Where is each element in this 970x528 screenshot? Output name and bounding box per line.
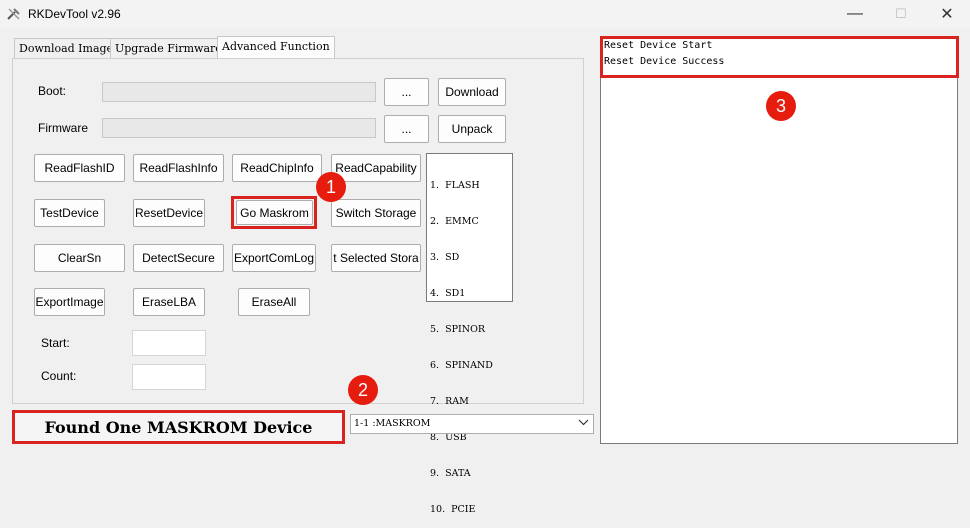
detect-secure-button[interactable]: DetectSecure <box>133 244 224 272</box>
title-bar <box>0 0 970 28</box>
count-input[interactable] <box>132 364 206 390</box>
switch-storage-button[interactable]: Switch Storage <box>331 199 421 227</box>
close-button[interactable]: ✕ <box>924 0 970 28</box>
erase-all-button[interactable]: EraseAll <box>238 288 310 316</box>
read-capability-button[interactable]: ReadCapability <box>331 154 421 182</box>
list-item[interactable]: 5. SPINOR <box>430 324 512 336</box>
list-item[interactable]: 3. SD <box>430 252 512 264</box>
clear-sn-button[interactable]: ClearSn <box>34 244 125 272</box>
firmware-path-field[interactable] <box>102 118 376 138</box>
start-input[interactable] <box>132 330 206 356</box>
reset-device-button[interactable]: ResetDevice <box>133 199 205 227</box>
list-item[interactable]: 6. SPINAND <box>430 360 512 372</box>
erase-lba-button[interactable]: EraseLBA <box>133 288 205 316</box>
list-item[interactable]: 2. EMMC <box>430 216 512 228</box>
maximize-button[interactable]: ☐ <box>878 0 924 28</box>
list-item[interactable]: 10. PCIE <box>430 504 512 516</box>
status-message: Found One MASKROM Device <box>12 410 345 444</box>
download-button[interactable]: Download <box>438 78 506 106</box>
storage-type-list[interactable]: 1. FLASH 2. EMMC 3. SD 4. SD1 5. SPINOR … <box>426 153 513 515</box>
tab-upgrade-firmware[interactable]: Upgrade Firmware <box>110 38 227 58</box>
firmware-label: Firmware <box>38 121 88 135</box>
read-flash-info-button[interactable]: ReadFlashInfo <box>133 154 224 182</box>
log-highlight-box <box>600 36 959 78</box>
firmware-browse-button[interactable]: ... <box>384 115 429 143</box>
annotation-marker-2: 2 <box>348 375 378 405</box>
read-flash-id-button[interactable]: ReadFlashID <box>34 154 125 182</box>
go-maskrom-highlight-box <box>231 196 317 229</box>
tab-download-image[interactable]: Download Image <box>14 38 119 58</box>
device-select[interactable]: 1-1 :MASKROM <box>350 414 594 434</box>
chevron-down-icon[interactable] <box>578 417 589 430</box>
tab-advanced-function[interactable]: Advanced Function <box>217 36 335 59</box>
annotation-marker-1: 1 <box>316 172 346 202</box>
list-item[interactable]: 1. FLASH <box>430 180 512 192</box>
unpack-button[interactable]: Unpack <box>438 115 506 143</box>
rkdevtool-app-icon <box>6 6 22 22</box>
minimize-button[interactable]: — <box>832 0 878 28</box>
read-chip-info-button[interactable]: ReadChipInfo <box>232 154 322 182</box>
window-title: RKDevTool v2.96 <box>28 7 121 21</box>
boot-path-field[interactable] <box>102 82 376 102</box>
count-label: Count: <box>41 369 77 383</box>
export-com-log-button[interactable]: ExportComLog <box>232 244 316 272</box>
device-select-value: 1-1 :MASKROM <box>354 418 431 429</box>
boot-label: Boot: <box>38 84 67 98</box>
test-device-button[interactable]: TestDevice <box>34 199 105 227</box>
start-label: Start: <box>41 336 70 350</box>
boot-browse-button[interactable]: ... <box>384 78 429 106</box>
export-image-button[interactable]: ExportImage <box>34 288 105 316</box>
list-item[interactable]: 7. RAM <box>430 396 512 408</box>
list-item[interactable]: 9. SATA <box>430 468 512 480</box>
annotation-marker-3: 3 <box>766 91 796 121</box>
list-item[interactable]: 4. SD1 <box>430 288 512 300</box>
export-selected-storage-button[interactable]: t Selected Stora <box>331 244 421 272</box>
